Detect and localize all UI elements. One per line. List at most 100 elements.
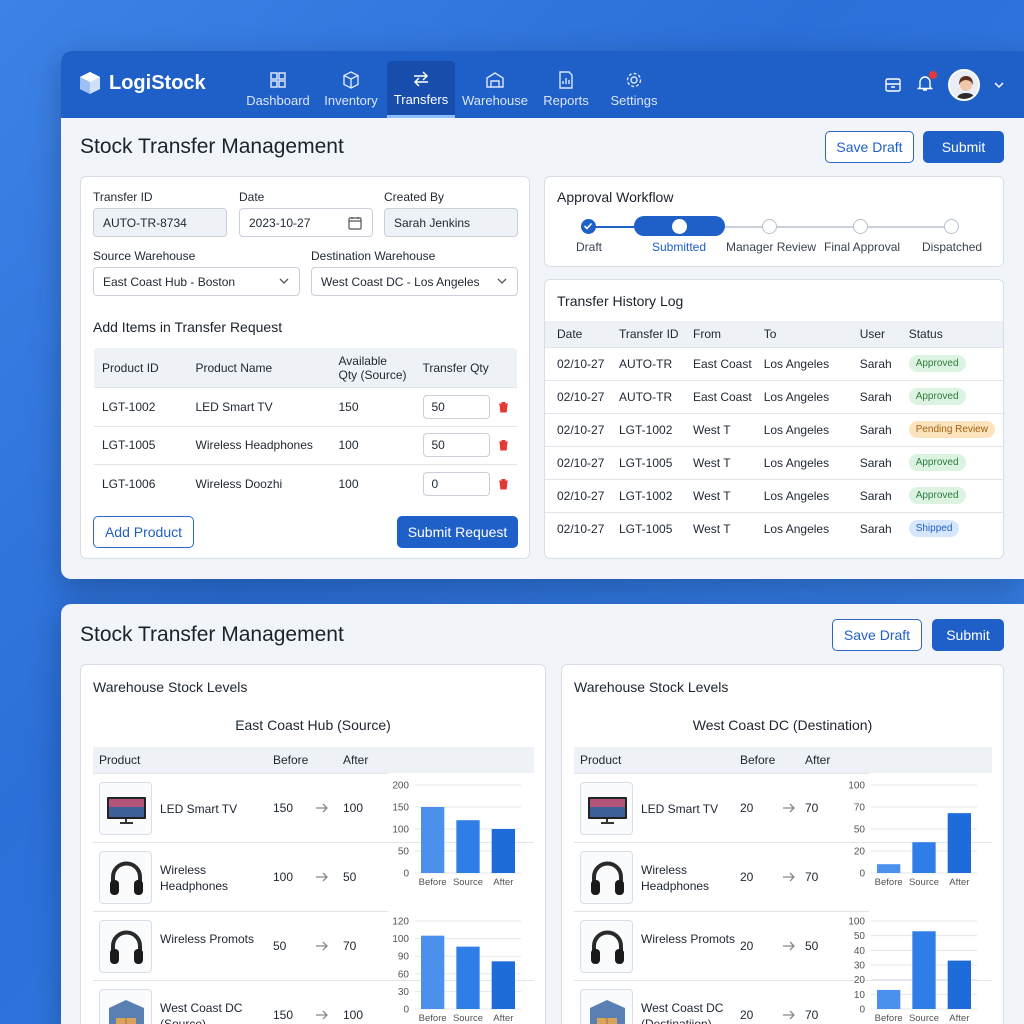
y-tick-label: 0 <box>403 869 409 880</box>
bar-chart: 0 20 50 70 100 Before Source After <box>848 781 977 888</box>
history-title: Transfer History Log <box>557 293 684 309</box>
col-transfer-qty: Transfer Qty <box>414 347 517 388</box>
stock-after: 100 <box>343 1008 364 1022</box>
y-tick-label: 30 <box>854 961 866 972</box>
nav-warehouse[interactable]: Warehouse <box>461 61 529 118</box>
bar <box>912 842 936 873</box>
history-user: Sarah <box>847 511 897 545</box>
bar <box>421 935 445 1009</box>
stock-row[interactable]: Wireless Promots 20 50 <box>574 911 869 980</box>
x-tick-label: Source <box>909 877 939 888</box>
y-tick-label: 200 <box>392 781 409 792</box>
stock-levels-window: Stock Transfer Management Save Draft Sub… <box>61 604 1024 1024</box>
history-to: Los Angeles <box>751 445 848 479</box>
nav-reports-label: Reports <box>543 93 589 108</box>
history-date: 02/10-27 <box>545 478 607 512</box>
history-from: West T <box>681 511 752 545</box>
arrow-right-icon <box>316 1010 328 1020</box>
headphones-icon <box>591 930 624 964</box>
stock-row[interactable]: LED Smart TV 150 100 <box>93 773 388 842</box>
history-id: AUTO-TR <box>607 379 681 413</box>
created-by-field[interactable]: Sarah Jenkins <box>384 208 518 237</box>
stock-before: 20 <box>740 939 754 953</box>
transfer-qty-input[interactable]: 0 <box>422 471 490 496</box>
nav-right-actions <box>884 69 1004 101</box>
x-tick-label: After <box>949 877 969 888</box>
submit-button[interactable]: Submit <box>923 131 1004 163</box>
stock-col-header: Product <box>99 753 141 767</box>
stock-row[interactable]: LED Smart TV 20 70 <box>574 773 869 842</box>
transfer-qty-input[interactable]: 50 <box>422 433 490 458</box>
trash-icon[interactable] <box>498 401 509 413</box>
save-draft-button[interactable]: Save Draft <box>825 131 914 163</box>
history-id: AUTO-TR <box>607 346 681 380</box>
history-id: LGT-1005 <box>607 511 681 545</box>
destination-warehouse-label: Destination Warehouse <box>311 249 436 263</box>
table-row[interactable]: 02/10-27 LGT-1005 West T Los Angeles Sarah Ap… <box>545 445 1003 479</box>
inbox-icon[interactable] <box>884 76 902 94</box>
save-draft-button[interactable]: Save Draft <box>832 619 922 651</box>
table-row[interactable]: 02/10-27 LGT-1005 West T Los Angeles Sarah Sh… <box>545 511 1003 545</box>
nav-reports[interactable]: Reports <box>537 61 595 118</box>
table-row[interactable]: 02/10-27 LGT-1002 West T Los Angeles Sarah Ap… <box>545 478 1003 512</box>
approval-workflow-card: Approval Workflow Draft Submitted Manage… <box>544 176 1004 267</box>
arrow-right-icon <box>316 803 328 813</box>
history-from: West T <box>681 412 752 446</box>
status-badge: Approved <box>908 355 966 372</box>
avatar[interactable] <box>948 69 980 101</box>
dashboard-icon <box>270 72 286 88</box>
nav-inventory[interactable]: Inventory <box>319 61 383 118</box>
transfer-qty-input[interactable]: 50 <box>422 394 490 419</box>
app-name: LogiStock <box>109 71 206 94</box>
stock-before: 20 <box>740 801 754 815</box>
table-row: LGT-1005 Wireless Headphones 100 50 <box>94 425 517 465</box>
product-thumbnail <box>580 920 633 973</box>
date-field[interactable]: 2023-10-27 <box>239 208 373 237</box>
add-product-button[interactable]: Add Product <box>93 516 194 548</box>
history-id: LGT-1002 <box>607 478 681 512</box>
history-id: LGT-1002 <box>607 412 681 446</box>
trash-icon[interactable] <box>498 478 509 490</box>
stock-table-header: Product Before After <box>574 747 992 773</box>
bar <box>947 960 971 1009</box>
table-row[interactable]: 02/10-27 AUTO-TR East Coast Los Angeles Sara… <box>545 346 1003 380</box>
x-tick-label: Before <box>875 1013 903 1024</box>
calendar-icon[interactable] <box>348 216 362 230</box>
notifications[interactable] <box>916 70 937 97</box>
stock-after: 50 <box>343 870 357 884</box>
history-from: East Coast <box>681 379 752 413</box>
x-tick-label: Before <box>875 877 903 888</box>
stock-product-name: West Coast DC (Destinatiion) <box>641 1001 724 1024</box>
trash-icon[interactable] <box>498 439 509 451</box>
source-warehouse-value: East Coast Hub - Boston <box>103 274 236 289</box>
submit-button[interactable]: Submit <box>932 619 1004 651</box>
page-title: Stock Transfer Management <box>80 623 344 646</box>
y-tick-label: 50 <box>398 847 410 858</box>
chevron-down-icon[interactable] <box>994 81 1004 89</box>
step-label: Submitted <box>652 240 707 254</box>
nav-transfers[interactable]: Transfers <box>387 61 455 118</box>
y-tick-label: 100 <box>392 934 409 945</box>
nav-settings[interactable]: Settings <box>605 61 663 118</box>
arrow-right-icon <box>316 941 328 951</box>
stock-product-name: Wireless Headphones <box>160 863 229 893</box>
source-warehouse-select[interactable]: East Coast Hub - Boston <box>93 267 300 296</box>
arrow-right-icon <box>316 872 328 882</box>
transfer-history-card: Transfer History Log Date Transfer ID Fr… <box>544 279 1004 559</box>
step-label: Final Approval <box>824 240 901 254</box>
stock-row[interactable]: Wireless Promots 50 70 <box>93 911 388 980</box>
x-tick-label: Before <box>419 877 447 888</box>
table-row[interactable]: 02/10-27 LGT-1002 West T Los Angeles Sarah Pe… <box>545 412 1003 446</box>
submit-request-button[interactable]: Submit Request <box>397 516 518 548</box>
x-tick-label: After <box>493 1013 513 1024</box>
arrow-right-icon <box>783 1010 795 1020</box>
app-logo[interactable]: LogiStock <box>79 71 206 95</box>
transfer-id-field[interactable]: AUTO-TR-8734 <box>93 208 227 237</box>
step-final-approval <box>853 219 868 234</box>
x-tick-label: Source <box>909 1013 939 1024</box>
bar <box>912 931 936 1009</box>
destination-warehouse-select[interactable]: West Coast DC - Los Angeles <box>311 267 518 296</box>
table-row[interactable]: 02/10-27 AUTO-TR East Coast Los Angeles Sara… <box>545 379 1003 413</box>
y-tick-label: 100 <box>848 781 865 792</box>
nav-dashboard[interactable]: Dashboard <box>244 61 312 118</box>
